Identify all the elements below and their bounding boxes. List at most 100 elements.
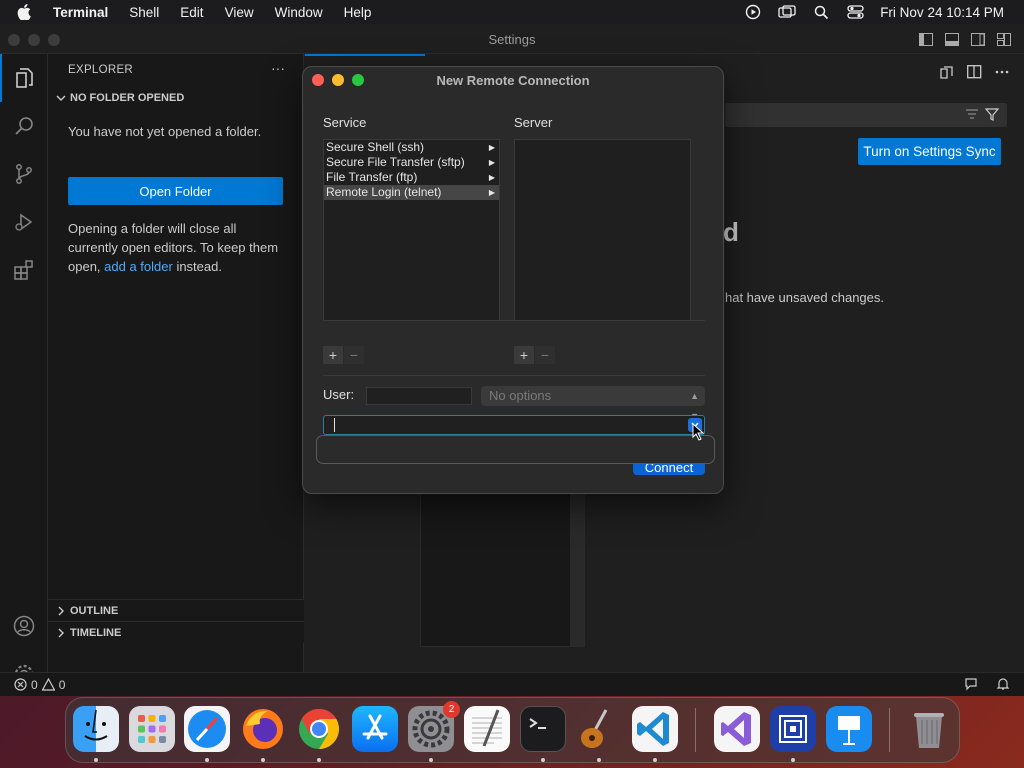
- service-item-ssh[interactable]: Secure Shell (ssh) ▶: [324, 140, 499, 155]
- dock-running-indicator: [261, 758, 265, 762]
- customize-layout-icon[interactable]: [996, 31, 1012, 47]
- dock-finder-icon[interactable]: [73, 706, 119, 752]
- dock-garageband-icon[interactable]: [576, 706, 622, 752]
- timeline-section-header[interactable]: TIMELINE: [48, 621, 304, 643]
- filter-icon[interactable]: [984, 107, 1000, 124]
- dock-firefox-icon[interactable]: [240, 706, 286, 752]
- editor-actions: [938, 64, 1010, 80]
- dialog-title: New Remote Connection: [436, 73, 590, 88]
- notifications-bell-icon[interactable]: [996, 677, 1010, 694]
- dock-safari-icon[interactable]: [184, 706, 230, 752]
- server-list[interactable]: [514, 139, 691, 321]
- submenu-arrow-icon: ▶: [488, 188, 495, 197]
- user-label: User:: [323, 387, 355, 402]
- menu-window[interactable]: Window: [275, 5, 323, 20]
- explorer-sidebar: EXPLORER ··· NO FOLDER OPENED You have n…: [48, 54, 304, 672]
- active-tab-indicator: [305, 54, 425, 56]
- service-item-telnet[interactable]: Remote Login (telnet) ▶: [324, 185, 499, 200]
- dock-chrome-icon[interactable]: [296, 706, 342, 752]
- remove-service-button[interactable]: −: [344, 346, 364, 364]
- submenu-arrow-icon: ▶: [488, 143, 495, 152]
- dock-running-indicator: [791, 758, 795, 762]
- toggle-panel-icon[interactable]: [944, 31, 960, 47]
- dock-running-indicator: [653, 758, 657, 762]
- dock-app-store-icon[interactable]: [352, 706, 398, 752]
- open-folder-button[interactable]: Open Folder: [68, 177, 283, 205]
- dock-remote-desktop-icon[interactable]: [770, 706, 816, 752]
- dock-running-indicator: [94, 758, 98, 762]
- no-folder-message: You have not yet opened a folder.: [68, 124, 262, 139]
- warning-count: 0: [58, 677, 66, 692]
- feedback-icon[interactable]: [964, 677, 978, 694]
- search-icon[interactable]: [0, 102, 48, 150]
- source-control-icon[interactable]: [0, 150, 48, 198]
- status-bar-right: [964, 677, 1010, 694]
- dock-launchpad-icon[interactable]: [129, 706, 175, 752]
- dock-separator: [695, 708, 696, 752]
- control-center-icon[interactable]: [846, 4, 864, 20]
- apple-menu-icon[interactable]: [17, 4, 39, 20]
- dock-running-indicator: [205, 758, 209, 762]
- add-server-button[interactable]: +: [514, 346, 534, 364]
- extensions-icon[interactable]: [0, 246, 48, 294]
- dock-trash-icon[interactable]: [906, 706, 952, 752]
- accounts-icon[interactable]: [0, 602, 48, 650]
- host-combo-box[interactable]: [323, 415, 705, 435]
- dock-keynote-icon[interactable]: [826, 706, 872, 752]
- explorer-icon[interactable]: [0, 54, 48, 102]
- service-list[interactable]: Secure Shell (ssh) ▶ Secure File Transfe…: [323, 139, 500, 321]
- service-item-sftp[interactable]: Secure File Transfer (sftp) ▶: [324, 155, 499, 170]
- dock-running-indicator: [597, 758, 601, 762]
- divider: [323, 375, 705, 376]
- menubar-clock[interactable]: Fri Nov 24 10:14 PM: [880, 5, 1004, 20]
- screen-mirroring-icon[interactable]: [778, 4, 796, 20]
- dock-textedit-icon[interactable]: [464, 706, 510, 752]
- status-bar: 0 0: [0, 672, 1024, 696]
- remove-server-button[interactable]: −: [535, 346, 555, 364]
- service-item-ftp[interactable]: File Transfer (ftp) ▶: [324, 170, 499, 185]
- more-actions-icon[interactable]: [994, 64, 1010, 80]
- spotlight-search-icon[interactable]: [812, 4, 830, 20]
- mouse-pointer-icon: [692, 423, 705, 441]
- combo-dropdown-list[interactable]: [316, 435, 715, 464]
- server-add-remove: + −: [514, 346, 555, 364]
- dock-vscode-icon[interactable]: [632, 706, 678, 752]
- menu-edit[interactable]: Edit: [180, 5, 203, 20]
- open-folder-info-tail: instead.: [172, 259, 222, 274]
- play-icon[interactable]: [744, 4, 762, 20]
- user-input[interactable]: [366, 387, 472, 405]
- add-service-button[interactable]: +: [323, 346, 343, 364]
- service-label: Service: [323, 115, 367, 130]
- toggle-primary-sidebar-icon[interactable]: [918, 31, 934, 47]
- add-folder-link[interactable]: add a folder: [104, 259, 173, 274]
- no-folder-section-header[interactable]: NO FOLDER OPENED: [56, 92, 184, 104]
- chevron-down-icon: [56, 95, 66, 101]
- window-title: Settings: [488, 32, 536, 47]
- open-settings-json-icon[interactable]: [938, 64, 954, 80]
- split-editor-icon[interactable]: [966, 64, 982, 80]
- dock-visual-studio-icon[interactable]: [714, 706, 760, 752]
- clear-filter-icon[interactable]: [965, 107, 979, 124]
- menu-view[interactable]: View: [225, 5, 254, 20]
- outline-section-header[interactable]: OUTLINE: [48, 599, 304, 621]
- menu-shell[interactable]: Shell: [129, 5, 159, 20]
- service-item-label: Remote Login (telnet): [326, 185, 442, 199]
- settings-search-input[interactable]: [725, 103, 1007, 127]
- run-and-debug-icon[interactable]: [0, 198, 48, 246]
- menu-app-terminal[interactable]: Terminal: [53, 5, 108, 20]
- menu-help[interactable]: Help: [344, 5, 372, 20]
- dock-terminal-icon[interactable]: [520, 706, 566, 752]
- problems-status[interactable]: 0 0: [14, 678, 65, 692]
- text-caret: [334, 418, 335, 432]
- server-label: Server: [514, 115, 553, 130]
- new-remote-connection-window: New Remote Connection Service Server Sec…: [302, 66, 724, 494]
- options-select[interactable]: No options ▲▼: [481, 386, 705, 421]
- error-count: 0: [31, 677, 38, 692]
- toggle-secondary-sidebar-icon[interactable]: [970, 31, 986, 47]
- explorer-more-actions[interactable]: ···: [271, 60, 285, 76]
- explorer-header: EXPLORER: [68, 64, 134, 76]
- vscode-titlebar: Settings: [0, 24, 1024, 54]
- turn-on-settings-sync-button[interactable]: Turn on Settings Sync: [858, 138, 1001, 165]
- service-add-remove: + −: [323, 346, 364, 364]
- dock-separator: [889, 708, 890, 752]
